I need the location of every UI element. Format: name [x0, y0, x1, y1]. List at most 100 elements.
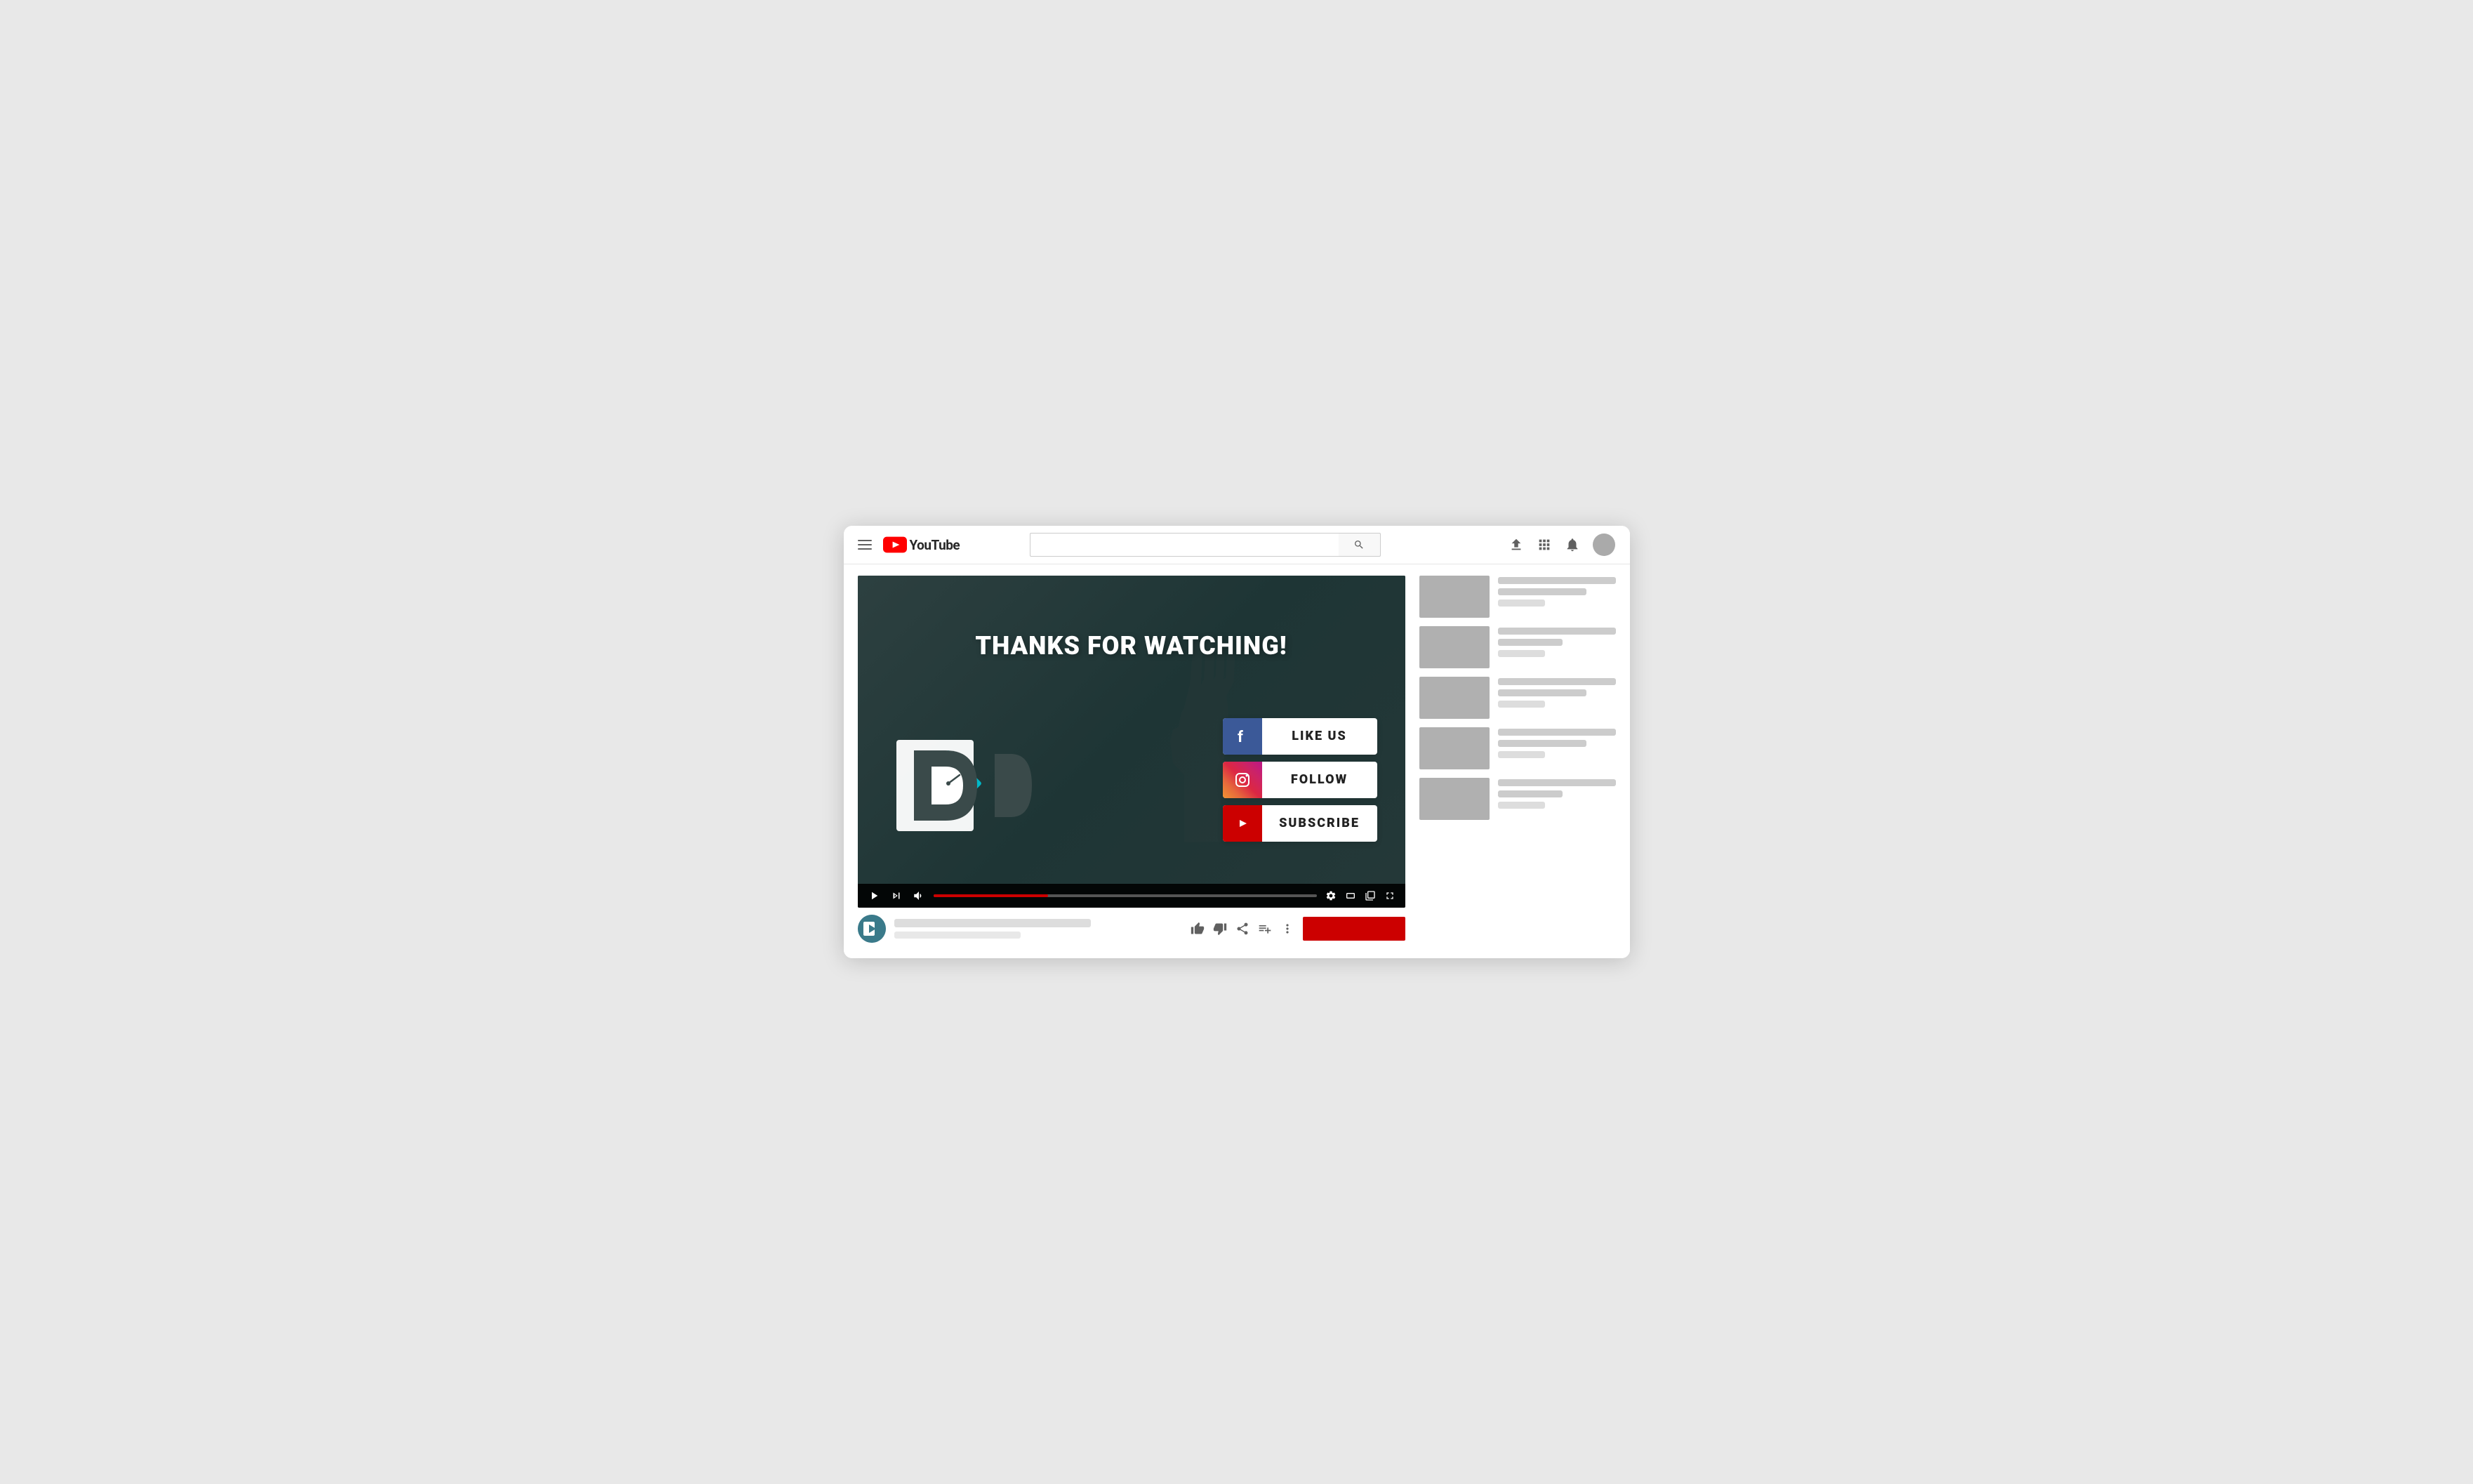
dislike-button[interactable] — [1213, 922, 1227, 936]
sidebar-item — [1419, 576, 1616, 618]
sidebar-title-line-1 — [1498, 729, 1616, 736]
sidebar-meta-line — [1498, 701, 1545, 708]
avatar[interactable] — [1593, 534, 1615, 556]
upload-icon[interactable] — [1509, 537, 1524, 552]
next-icon — [890, 889, 903, 902]
thanks-text: THANKS FOR WATCHING! — [858, 631, 1405, 661]
sidebar-title-line-2 — [1498, 740, 1586, 747]
facebook-label: LIKE US — [1262, 729, 1377, 743]
settings-icon — [1325, 890, 1337, 901]
youtube-icon — [1223, 805, 1262, 842]
like-icon — [1191, 922, 1205, 936]
play-button[interactable] — [866, 888, 882, 903]
sidebar-item — [1419, 677, 1616, 719]
sidebar-title-line-1 — [1498, 628, 1616, 635]
sidebar-title-line-1 — [1498, 577, 1616, 584]
sidebar-title-line-1 — [1498, 678, 1616, 685]
playlist-add-icon — [1258, 922, 1272, 936]
video-controls — [858, 884, 1405, 908]
youtube-logo[interactable]: YouTube — [883, 536, 960, 553]
sidebar-meta-line — [1498, 599, 1545, 607]
sidebar-thumbnail[interactable] — [1419, 576, 1490, 618]
instagram-icon — [1223, 762, 1262, 798]
share-icon — [1235, 922, 1249, 936]
theater-icon — [1345, 890, 1356, 901]
sidebar-meta-line — [1498, 802, 1545, 809]
play-icon — [868, 889, 880, 902]
navbar-left: YouTube — [858, 536, 960, 553]
fullscreen-icon — [1384, 890, 1395, 901]
browser-window: YouTube — [844, 526, 1630, 958]
volume-button[interactable] — [911, 888, 927, 903]
sidebar-title-line-2 — [1498, 639, 1563, 646]
video-title-placeholder — [894, 919, 1091, 927]
facebook-button[interactable]: f LIKE US — [1223, 718, 1377, 755]
channel-logo-small — [858, 915, 886, 943]
channel-avatar[interactable] — [858, 915, 886, 943]
miniplayer-icon — [1365, 890, 1376, 901]
sidebar-info — [1498, 677, 1616, 708]
instagram-logo — [1233, 770, 1252, 790]
progress-bar[interactable] — [934, 894, 1317, 897]
sidebar-title-line-2 — [1498, 790, 1563, 797]
sidebar-item — [1419, 727, 1616, 769]
channel-logo — [893, 733, 1047, 838]
sidebar-thumbnail[interactable] — [1419, 677, 1490, 719]
social-buttons: f LIKE US — [1223, 718, 1377, 842]
dislike-icon — [1213, 922, 1227, 936]
sidebar-info — [1498, 626, 1616, 657]
theater-button[interactable] — [1344, 889, 1358, 903]
hamburger-icon[interactable] — [858, 540, 872, 550]
fullscreen-button[interactable] — [1383, 889, 1397, 903]
main-content: THANKS FOR WATCHING! — [844, 564, 1630, 958]
search-button[interactable] — [1339, 533, 1381, 557]
subscribe-placeholder — [1315, 925, 1393, 932]
youtube-logo-icon — [883, 536, 907, 553]
settings-button[interactable] — [1324, 889, 1338, 903]
sidebar-info — [1498, 778, 1616, 809]
instagram-label: FOLLOW — [1262, 772, 1377, 787]
search-icon — [1353, 539, 1365, 550]
search-bar — [1030, 533, 1381, 557]
sidebar-title-line-2 — [1498, 588, 1586, 595]
sidebar-title-line-2 — [1498, 689, 1586, 696]
like-button[interactable] — [1191, 922, 1205, 936]
navbar-right — [1509, 534, 1615, 556]
sidebar-info — [1498, 576, 1616, 607]
sidebar-thumbnail[interactable] — [1419, 626, 1490, 668]
video-content: THANKS FOR WATCHING! — [858, 576, 1405, 884]
share-button[interactable] — [1235, 922, 1249, 936]
more-options-button[interactable] — [1280, 922, 1294, 936]
apps-icon[interactable] — [1537, 537, 1552, 552]
notifications-icon[interactable] — [1565, 537, 1580, 552]
sidebar-item — [1419, 778, 1616, 820]
sidebar-thumbnail[interactable] — [1419, 727, 1490, 769]
next-button[interactable] — [889, 888, 904, 903]
sidebar-meta-line — [1498, 751, 1545, 758]
youtube-play-icon — [1232, 816, 1253, 831]
progress-fill — [934, 894, 1049, 897]
miniplayer-button[interactable] — [1363, 889, 1377, 903]
instagram-button[interactable]: FOLLOW — [1223, 762, 1377, 798]
navbar: YouTube — [844, 526, 1630, 564]
channel-logo-area — [886, 729, 1054, 842]
add-to-playlist-button[interactable] — [1258, 922, 1272, 936]
search-input[interactable] — [1030, 533, 1339, 557]
youtube-subscribe-button[interactable]: SUBSCRIBE — [1223, 805, 1377, 842]
video-info-row — [858, 908, 1405, 947]
right-controls — [1324, 889, 1397, 903]
channel-name-block — [894, 919, 1182, 939]
video-subtitle-placeholder — [894, 932, 1021, 939]
sidebar-thumbnail[interactable] — [1419, 778, 1490, 820]
sidebar — [1419, 576, 1616, 947]
sidebar-info — [1498, 727, 1616, 758]
svg-text:f: f — [1238, 729, 1243, 746]
video-actions — [1191, 917, 1405, 941]
sidebar-meta-line — [1498, 650, 1545, 657]
subscribe-label: SUBSCRIBE — [1262, 816, 1377, 830]
sidebar-title-line-1 — [1498, 779, 1616, 786]
more-icon — [1280, 922, 1294, 936]
subscribe-button[interactable] — [1303, 917, 1405, 941]
facebook-logo: f — [1233, 727, 1252, 746]
youtube-logo-text: YouTube — [910, 537, 960, 553]
